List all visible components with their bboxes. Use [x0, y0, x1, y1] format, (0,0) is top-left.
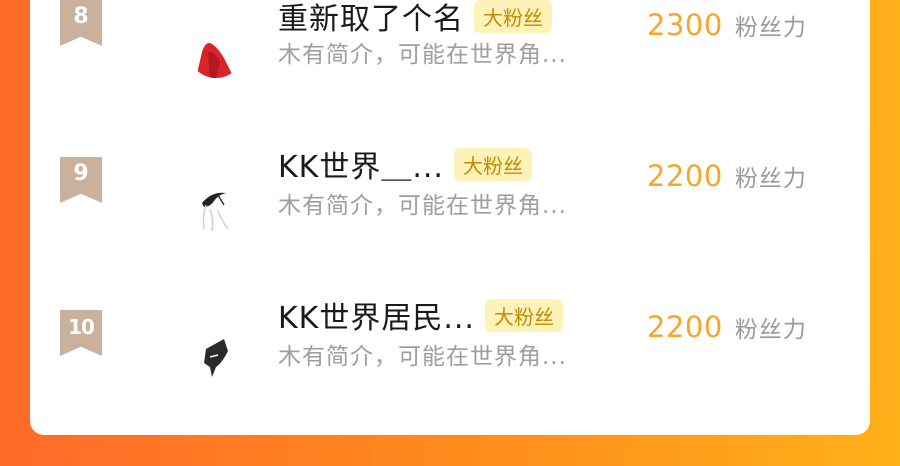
fan-power-unit: 粉丝力 — [734, 15, 807, 41]
ranking-row[interactable]: 10 KK世界居民... 大粉丝 木有简介，可能在世界角... 2200 粉丝力 — [30, 283, 870, 433]
avatar-image — [188, 22, 244, 78]
avatar[interactable] — [188, 177, 244, 233]
fan-power-value: 2300 — [647, 8, 723, 42]
fan-level-tag: 大粉丝 — [474, 0, 552, 33]
user-description: 木有简介，可能在世界角... — [278, 193, 567, 219]
fan-power-value: 2200 — [647, 310, 723, 344]
fan-level-tag: 大粉丝 — [453, 147, 532, 181]
user-name[interactable]: 重新取了个名 — [278, 0, 464, 38]
name-line: KK世界＿... 大粉丝 — [278, 142, 532, 186]
user-name[interactable]: KK世界居民... — [278, 293, 475, 337]
avatar[interactable] — [188, 22, 244, 78]
user-description: 木有简介，可能在世界角... — [278, 42, 567, 68]
fan-power: 2200 粉丝力 — [647, 310, 807, 344]
fan-power: 2300 粉丝力 — [647, 8, 807, 42]
ranking-row[interactable]: 8 重新取了个名 大粉丝 木有简介，可能在世界角... 2300 粉丝力 — [30, 0, 870, 130]
fan-level-tag: 大粉丝 — [484, 298, 563, 332]
rank-badge: 9 — [60, 157, 102, 203]
fan-power-unit: 粉丝力 — [734, 166, 807, 192]
user-description: 木有简介，可能在世界角... — [278, 344, 567, 370]
avatar-image — [188, 177, 244, 233]
rank-badge: 8 — [60, 0, 102, 46]
fan-power-unit: 粉丝力 — [734, 317, 807, 343]
ranking-row[interactable]: 9 KK世界＿... 大粉丝 木有简介，可能在世界角... 2200 粉丝力 — [30, 130, 870, 280]
fan-power-value: 2200 — [647, 159, 723, 193]
name-line: 重新取了个名 大粉丝 — [278, 0, 552, 38]
avatar[interactable] — [188, 327, 244, 383]
rank-badge: 10 — [60, 310, 102, 356]
fan-power: 2200 粉丝力 — [647, 159, 807, 193]
avatar-image — [188, 327, 244, 383]
fan-ranking-card: 8 重新取了个名 大粉丝 木有简介，可能在世界角... 2300 粉丝力 9 K… — [30, 0, 870, 435]
user-name[interactable]: KK世界＿... — [278, 142, 444, 186]
name-line: KK世界居民... 大粉丝 — [278, 293, 563, 337]
